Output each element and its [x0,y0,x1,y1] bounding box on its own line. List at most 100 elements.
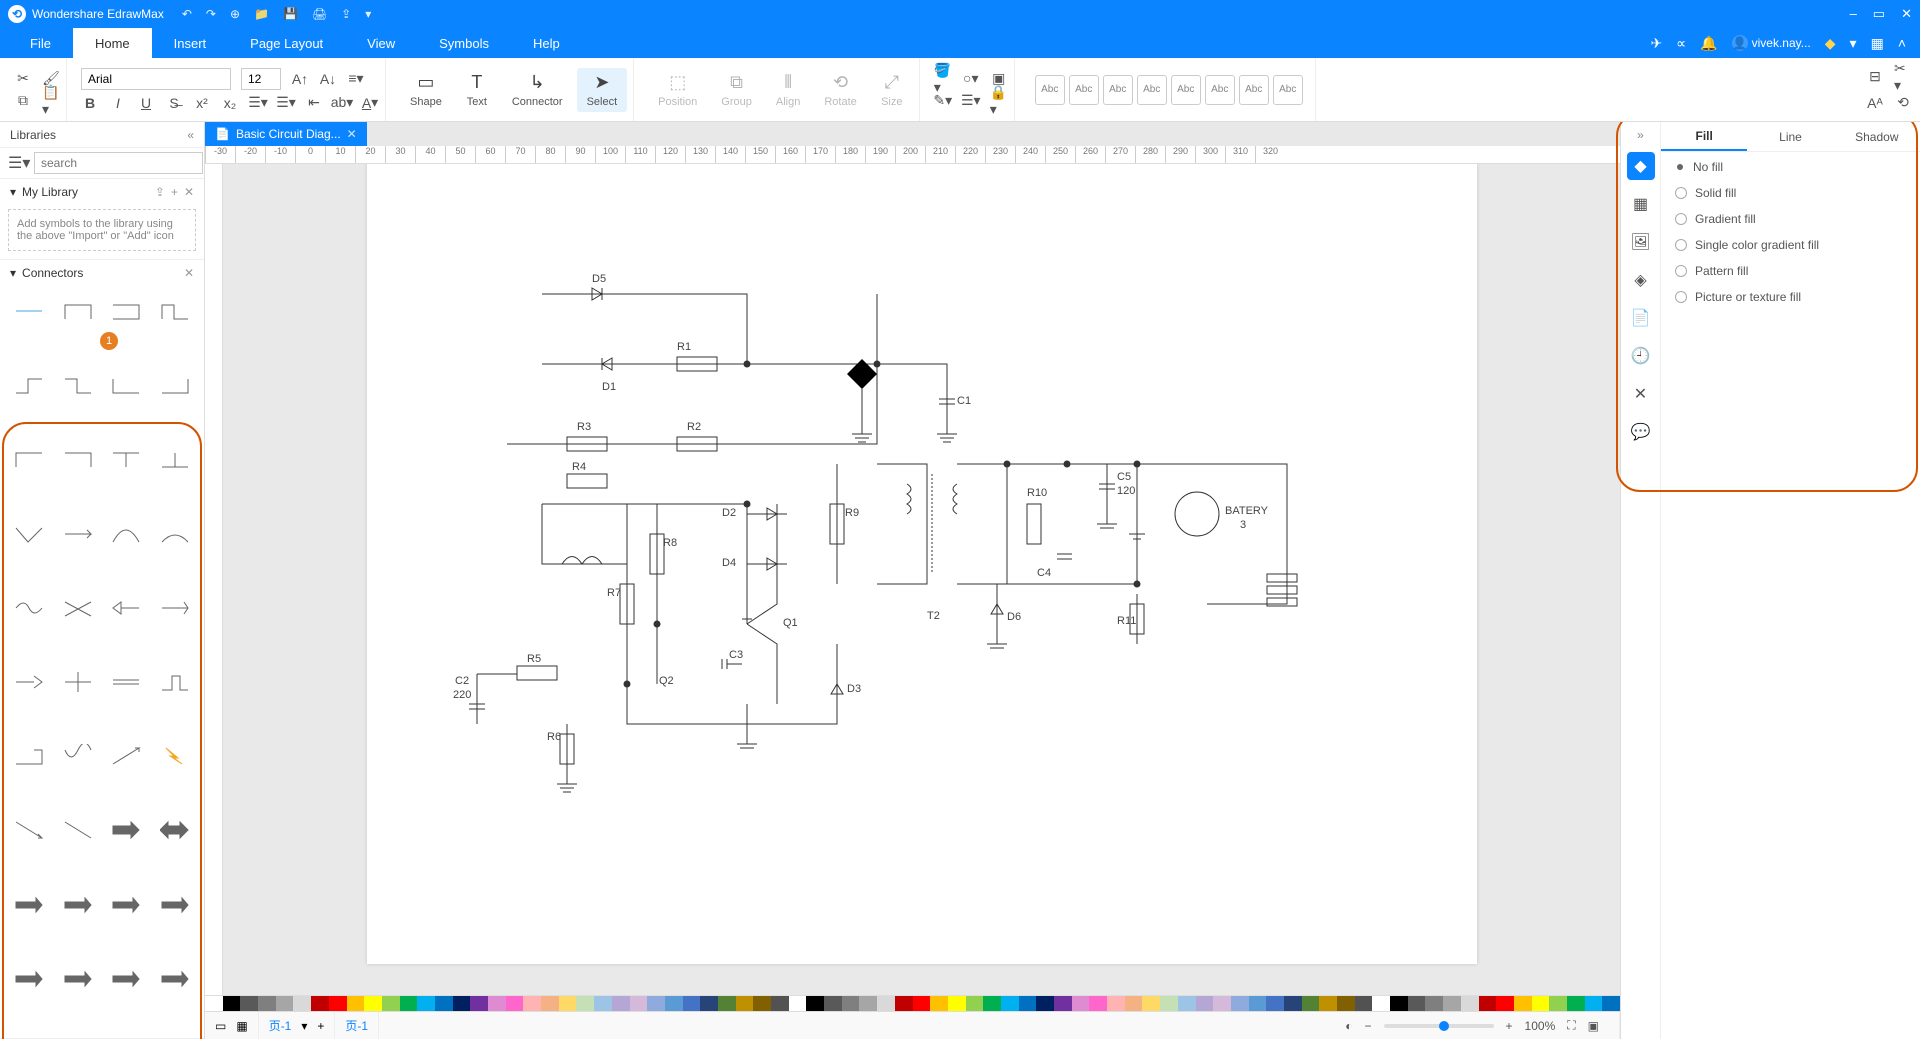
print-icon[interactable]: 🖨 [312,7,327,21]
apps-icon[interactable]: ▦ [1871,35,1884,52]
font-color-icon[interactable]: A▾ [361,94,379,112]
fullscreen-icon[interactable]: ▣ [1588,1019,1599,1033]
connector-stencil[interactable] [105,368,148,402]
add-page-icon[interactable]: + [317,1019,324,1033]
replace-icon[interactable]: ⟲ [1894,94,1912,112]
fill-option-pattern[interactable]: Pattern fill [1675,264,1906,278]
color-swatch[interactable] [647,996,665,1011]
color-swatch[interactable] [559,996,577,1011]
lock-icon[interactable]: 🔒▾ [990,92,1008,110]
new-icon[interactable]: ⊕ [230,7,240,21]
connector-stencil[interactable] [57,517,100,551]
color-swatch[interactable] [1585,996,1603,1011]
connector-stencil[interactable] [57,294,100,328]
menu-insert[interactable]: Insert [152,28,229,58]
color-swatch[interactable] [1319,996,1337,1011]
color-swatch[interactable] [1160,996,1178,1011]
color-swatch[interactable] [930,996,948,1011]
connector-stencil[interactable] [105,294,148,328]
minimize-button[interactable]: – [1850,6,1857,22]
paste-icon[interactable]: 📋▾ [42,92,60,110]
connector-stencil[interactable] [57,739,100,773]
find-icon[interactable]: ⊟ [1866,68,1884,86]
color-swatch[interactable] [1567,996,1585,1011]
page-current[interactable]: 页-1 [269,1017,292,1034]
menu-help[interactable]: Help [511,28,582,58]
bullets-icon[interactable]: ☰▾ [249,94,267,112]
color-swatch[interactable] [311,996,329,1011]
connector-stencil[interactable] [105,665,148,699]
font-case-icon[interactable]: Aᴬ [1866,94,1884,112]
cart-icon[interactable]: ▾ [1850,35,1857,52]
color-swatch[interactable] [1408,996,1426,1011]
connector-stencil[interactable] [8,294,51,328]
color-swatch[interactable] [612,996,630,1011]
color-swatch[interactable] [541,996,559,1011]
connector-stencil[interactable] [105,517,148,551]
color-swatch[interactable] [400,996,418,1011]
arrow-stencil[interactable] [105,962,148,996]
connector-stencil[interactable] [57,813,100,847]
color-swatch[interactable] [824,996,842,1011]
connector-stencil-bolt[interactable] [154,739,197,773]
color-swatch[interactable] [594,996,612,1011]
style-preset[interactable]: Abc [1035,75,1065,105]
color-swatch[interactable] [895,996,913,1011]
fill-color-icon[interactable]: 🪣▾ [934,70,952,88]
page-sheet-tab[interactable]: 页-1 [345,1017,368,1034]
connector-stencil[interactable] [154,442,197,476]
color-swatch[interactable] [1602,996,1620,1011]
color-swatch[interactable] [665,996,683,1011]
arrow-stencil[interactable] [154,813,197,847]
drawing-page[interactable]: D5 R1 D1 R3 R2 C1 R4 R8 R7 D2 D4 R9 Q1 Q… [367,164,1477,964]
connector-stencil[interactable] [154,368,197,402]
connector-stencil[interactable] [8,665,51,699]
page-dropdown-icon[interactable]: ▾ [301,1019,307,1033]
color-swatch[interactable] [1479,996,1497,1011]
color-swatch[interactable] [453,996,471,1011]
style-preset[interactable]: Abc [1205,75,1235,105]
connector-stencil[interactable] [57,368,100,402]
color-swatch[interactable] [1054,996,1072,1011]
arrow-stencil[interactable] [8,962,51,996]
color-swatch[interactable] [1231,996,1249,1011]
crop-icon[interactable]: ✂▾ [1894,68,1912,86]
color-swatch[interactable] [1496,996,1514,1011]
close-button[interactable]: ✕ [1901,6,1912,22]
color-swatch[interactable] [1107,996,1125,1011]
color-swatch[interactable] [1461,996,1479,1011]
maximize-button[interactable]: ▭ [1873,6,1885,22]
color-swatch[interactable] [1249,996,1267,1011]
position-tool[interactable]: ⬚Position [648,68,707,112]
style-preset[interactable]: Abc [1273,75,1303,105]
grid-icon[interactable]: ▦ [236,1019,247,1033]
color-swatch[interactable] [789,996,807,1011]
text-direction-icon[interactable]: ab▾ [333,94,351,112]
fill-option-picture[interactable]: Picture or texture fill [1675,290,1906,304]
comments-icon[interactable]: 💬 [1627,418,1655,446]
line-color-icon[interactable]: ✎▾ [934,92,952,110]
line-spacing-icon[interactable]: ☰▾ [277,94,295,112]
align-tool[interactable]: ⫴Align [766,68,810,112]
color-swatch[interactable] [718,996,736,1011]
color-swatch[interactable] [293,996,311,1011]
style-preset[interactable]: Abc [1171,75,1201,105]
color-swatch[interactable] [1178,996,1196,1011]
connector-stencil[interactable] [154,517,197,551]
menu-home[interactable]: Home [73,28,152,58]
color-swatch[interactable] [258,996,276,1011]
library-menu-icon[interactable]: ☰▾ [8,153,28,173]
style-preset[interactable]: Abc [1239,75,1269,105]
connector-stencil[interactable] [8,813,51,847]
document-tab[interactable]: 📄 Basic Circuit Diag... ✕ [205,122,367,146]
connector-stencil[interactable] [57,442,100,476]
connector-stencil[interactable] [8,368,51,402]
color-swatch[interactable] [948,996,966,1011]
bold-icon[interactable]: B [81,94,99,112]
zoom-out-icon[interactable]: − [1365,1019,1372,1033]
color-swatch[interactable] [1372,996,1390,1011]
connector-tool[interactable]: ↳Connector [502,68,573,112]
connector-stencil[interactable] [105,739,148,773]
search-input[interactable] [34,152,203,174]
cut-icon[interactable]: ✂ [14,70,32,88]
